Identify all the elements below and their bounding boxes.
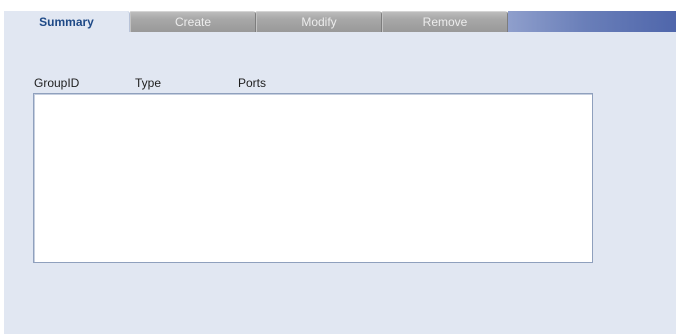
tab-create-label: Create [174,15,212,29]
column-header-ports: Ports [238,76,267,90]
column-header-type: Type [135,76,162,90]
group-list[interactable] [33,93,593,263]
column-header-groupid: GroupID [34,76,80,90]
tab-remove-label: Remove [422,15,468,29]
tab-remove[interactable]: Remove [382,11,508,32]
tab-create[interactable]: Create [130,11,256,32]
tab-bar-filler [508,11,676,32]
tab-summary[interactable]: Summary [4,11,130,32]
tab-modify-label: Modify [301,15,337,29]
tab-summary-label: Summary [39,14,94,29]
tab-modify[interactable]: Modify [256,11,382,32]
tab-strip: Summary Create Modify Remove [0,0,676,32]
